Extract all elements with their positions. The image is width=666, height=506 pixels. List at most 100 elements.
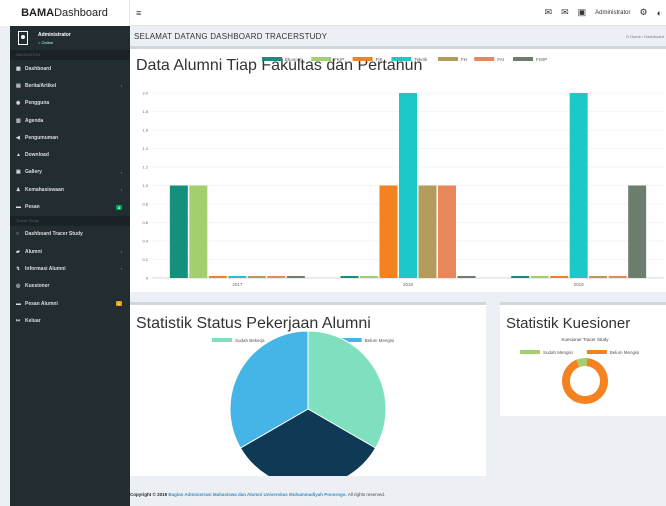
sidebar-header-main: NAVIGATION	[10, 50, 130, 60]
bar-fh-2018	[418, 185, 437, 278]
donut-slice-belum-mengisi	[562, 358, 608, 404]
sidebar-item-informasi-alumni[interactable]: ↯ Informasi Alumni ‹	[10, 260, 130, 277]
bar-fik-2018	[379, 185, 398, 278]
y-tick-label: 1.6	[142, 128, 148, 133]
legend-swatch	[586, 350, 607, 354]
legend-label: Belum Mengisi	[610, 350, 640, 355]
gear-icon[interactable]: ⚙	[639, 7, 647, 18]
sidebar-item-pengumuman[interactable]: ◀ Pengumuman	[10, 129, 130, 146]
x-tick-label: 2019	[574, 282, 585, 287]
legend-label: Ekonomi	[285, 57, 303, 62]
employment-pie-chart: Sudah BekerjaBelum BekerjaBelum Mengisi	[212, 330, 395, 476]
messages-icon[interactable]: ✉	[545, 7, 553, 18]
logo-bold: BAMA	[21, 7, 55, 19]
bar-teknik-2017	[228, 276, 247, 278]
sidebar-item-agenda[interactable]: ▥ Agenda	[10, 112, 130, 129]
breadcrumb[interactable]: ⊙ Home › Dashboard	[626, 34, 666, 39]
bar-fik-2019	[550, 276, 569, 278]
bar-teknik-2019	[569, 93, 588, 278]
sidebar-item-dashboard-tracer-study[interactable]: ○ Dashboard Tracer Study	[10, 226, 130, 243]
notifications-icon[interactable]: ✉	[561, 7, 569, 18]
legend-swatch	[438, 57, 458, 61]
legend-swatch	[212, 338, 232, 342]
sidebar-item-label: Agenda	[25, 117, 44, 124]
question-icon: ◎	[16, 283, 21, 290]
graduation-icon: ▰	[16, 248, 20, 255]
x-tick-label: 2018	[403, 282, 414, 287]
bar-fai-2019	[608, 276, 627, 278]
y-tick-label: 1.2	[142, 165, 148, 170]
sidebar-item-label: Download	[25, 152, 49, 159]
page-title: SELAMAT DATANG DASHBOARD TRACERSTUDY	[134, 31, 328, 41]
user-status-text: Online	[41, 39, 54, 45]
bar-teknik-2018	[399, 93, 417, 278]
sidebar-item-berita-artikel[interactable]: ▤ Berita/Artikel ‹	[10, 77, 130, 94]
donut-slice-sudah-mengisi	[576, 358, 588, 368]
hamburger-icon[interactable]: ≡	[136, 8, 141, 18]
chevron-left-icon: ‹	[120, 249, 122, 255]
bar-fai-2017	[267, 276, 286, 278]
sidebar-item-label: Kuesioner	[25, 283, 50, 290]
sidebar: Administrator ● Online NAVIGATION ▦ Dashb…	[10, 26, 130, 506]
y-tick-label: 0.8	[142, 202, 148, 207]
gallery-icon: ▣	[16, 169, 21, 176]
y-tick-label: 0.4	[142, 239, 148, 244]
sidebar-item-pesan[interactable]: ▬ Pesan 4	[10, 198, 130, 215]
sidebar-item-label: Informasi Alumni	[25, 265, 66, 272]
mail-icon: ▬	[16, 204, 21, 211]
status-dot-icon: ●	[38, 39, 41, 45]
sidebar-item-label: Pengumuman	[25, 134, 59, 141]
news-icon: ▤	[16, 82, 21, 89]
legend-label: FAI	[497, 57, 504, 62]
avatar	[18, 31, 28, 45]
user-menu-label[interactable]: Administrator	[595, 10, 630, 16]
sidebar-item-label: Pesan Alumni	[25, 300, 58, 307]
sidebar-item-label: Alumni	[25, 248, 42, 255]
legend-swatch	[311, 57, 332, 61]
sidebar-item-label: Pengguna	[25, 100, 50, 107]
sidebar-item-download[interactable]: ▲ Download	[10, 146, 130, 163]
sidebar-item-keluar[interactable]: ↦ Keluar	[10, 312, 130, 329]
legend-swatch	[391, 57, 412, 61]
sidebar-item-pengguna[interactable]: ◉ Pengguna	[10, 95, 130, 112]
legend-swatch	[474, 57, 495, 61]
logo-text: Dashboard	[54, 7, 108, 19]
y-tick-label: 0	[146, 276, 149, 281]
more-icon[interactable]: ◐	[657, 8, 662, 18]
sidebar-item-label: Dashboard	[25, 65, 52, 72]
logout-icon: ↦	[16, 317, 21, 324]
bar-chart: Ekonomi FKIP FIK Teknik FH FAI FISIP 0 0.2 0.4 0.6…	[142, 57, 664, 287]
bar-fh-2017	[247, 276, 266, 278]
questionnaire-donut-chart: Kuesioner Tracer Study Sudah Mengisi Belum…	[520, 337, 640, 404]
legend-label: FIK	[376, 57, 383, 62]
user-icon: ◉	[16, 100, 21, 107]
chevron-left-icon: ‹	[120, 169, 122, 175]
user-menu-icon[interactable]: ▣	[578, 7, 587, 18]
questionnaire-box: Statistik Kuesioner Kuesioner Tracer Stu…	[500, 302, 666, 416]
y-tick-label: 1.8	[142, 109, 148, 114]
y-tick-label: 2.0	[142, 91, 148, 96]
sidebar-item-alumni[interactable]: ▰ Alumni ‹	[10, 243, 130, 260]
calendar-icon: ▥	[16, 117, 21, 124]
chevron-left-icon: ‹	[120, 266, 122, 272]
user-name: Administrator	[38, 31, 71, 38]
x-tick-label: 2017	[232, 282, 243, 287]
footer-link[interactable]: Bagian Administrasi Mahasiswa dan Alumni…	[168, 492, 346, 497]
sidebar-item-kemahasiswaan[interactable]: ♟ Kemahasiswaan ‹	[10, 181, 130, 198]
sidebar-item-gallery[interactable]: ▣ Gallery ‹	[10, 164, 130, 181]
top-navbar: ≡ ✉ ✉ ▣ Administrator ⚙ ◐	[130, 0, 666, 26]
bar-ekonomi-2018	[340, 276, 359, 278]
y-tick-label: 1.0	[142, 183, 148, 188]
content-header: SELAMAT DATANG DASHBOARD TRACERSTUDY ⊙ H…	[130, 26, 666, 46]
app-logo[interactable]: BAMA Dashboard	[0, 0, 130, 26]
bar-fik-2017	[208, 276, 227, 278]
sidebar-item-pesan-alumni[interactable]: ▬ Pesan Alumni 1	[10, 295, 130, 312]
bar-fkip-2018	[360, 276, 378, 278]
dashboard-icon: ▦	[16, 65, 21, 72]
legend-swatch	[262, 57, 282, 61]
user-status: ● Online	[38, 40, 71, 45]
legend-label: Belum Mengisi	[365, 338, 395, 343]
sidebar-item-kuesioner[interactable]: ◎ Kuesioner	[10, 278, 130, 295]
sidebar-item-dashboard[interactable]: ▦ Dashboard	[10, 60, 130, 77]
chevron-left-icon: ‹	[120, 83, 122, 89]
